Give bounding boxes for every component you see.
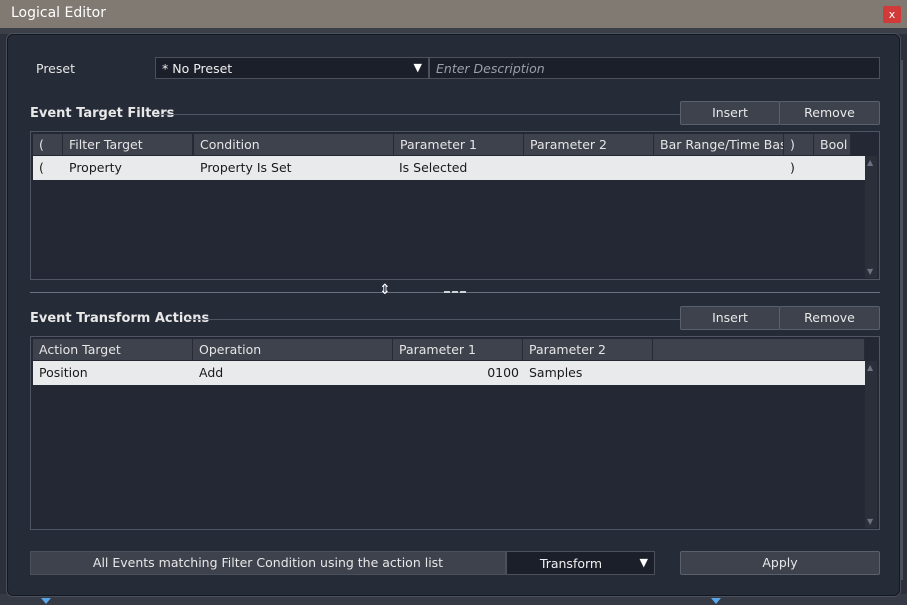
scroll-down-icon[interactable]: ▼ — [867, 517, 873, 526]
preset-value: * No Preset — [162, 61, 233, 76]
cell-parameter-2: Samples — [529, 365, 583, 380]
filters-insert-button[interactable]: Insert — [680, 101, 780, 125]
function-mode-dropdown[interactable]: Transform ▼ — [506, 551, 655, 575]
column-header-parameter-2[interactable]: Parameter 2 — [524, 134, 654, 155]
column-header-parameter-2[interactable]: Parameter 2 — [523, 339, 653, 360]
preset-label: Preset — [36, 61, 75, 76]
actions-insert-button[interactable]: Insert — [680, 306, 780, 330]
chevron-down-icon: ▼ — [413, 61, 422, 74]
apply-button[interactable]: Apply — [680, 551, 880, 575]
column-header-parameter-1[interactable]: Parameter 1 — [394, 134, 524, 155]
actions-remove-button[interactable]: Remove — [779, 306, 880, 330]
splitter-grip[interactable] — [444, 291, 466, 295]
column-header-bar-range[interactable]: Bar Range/Time Base — [654, 134, 784, 155]
column-header-close-bracket[interactable]: ) — [784, 134, 814, 155]
chevron-down-icon: ▼ — [639, 556, 648, 569]
title-bar: Logical Editor x — [0, 0, 907, 28]
filters-remove-button[interactable]: Remove — [779, 101, 880, 125]
column-header-parameter-1[interactable]: Parameter 1 — [393, 339, 523, 360]
transform-description: All Events matching Filter Condition usi… — [30, 551, 506, 575]
cell-parameter-1: 0100 — [487, 365, 519, 380]
cell-condition: Property Is Set — [200, 160, 292, 175]
cell-action-target: Position — [39, 365, 88, 380]
column-header-action-target[interactable]: Action Target — [33, 339, 193, 360]
table-row[interactable]: Position Add 0100 Samples — [33, 361, 865, 385]
marker-icon — [41, 598, 51, 604]
table-row[interactable]: ( Property Property Is Set Is Selected ) — [33, 156, 865, 180]
preset-dropdown[interactable]: * No Preset ▼ — [155, 57, 429, 79]
resize-vertical-icon[interactable]: ⇕ — [376, 282, 394, 302]
column-header-bool[interactable]: Bool — [814, 134, 851, 155]
actions-scrollbar[interactable]: ▲ ▼ — [865, 361, 877, 528]
filters-table: ( Filter Target Condition Parameter 1 Pa… — [30, 131, 880, 280]
column-header-empty — [653, 339, 865, 360]
scroll-down-icon[interactable]: ▼ — [867, 267, 873, 276]
window-title: Logical Editor — [11, 5, 106, 21]
column-header-open-bracket[interactable]: ( — [33, 134, 63, 155]
marker-icon — [711, 598, 721, 604]
cell-close-bracket: ) — [790, 160, 795, 175]
scroll-up-icon[interactable]: ▲ — [867, 158, 873, 167]
cell-operation: Add — [199, 365, 224, 380]
section-divider — [154, 114, 680, 115]
background-tick — [901, 60, 903, 580]
column-header-filter-target[interactable]: Filter Target — [63, 134, 193, 155]
close-icon[interactable]: x — [883, 6, 901, 23]
filters-scrollbar[interactable]: ▲ ▼ — [865, 156, 877, 278]
cell-filter-target: Property — [69, 160, 122, 175]
cell-parameter-1: Is Selected — [399, 160, 468, 175]
section-divider — [186, 319, 680, 320]
cell-open-bracket: ( — [39, 160, 44, 175]
actions-section-label: Event Transform Actions — [30, 311, 210, 326]
description-input[interactable] — [429, 57, 880, 79]
actions-table: Action Target Operation Parameter 1 Para… — [30, 336, 880, 530]
column-header-condition[interactable]: Condition — [194, 134, 394, 155]
column-header-operation[interactable]: Operation — [193, 339, 393, 360]
function-mode-value: Transform — [539, 556, 603, 571]
filters-section-label: Event Target Filters — [30, 106, 175, 121]
scroll-up-icon[interactable]: ▲ — [867, 363, 873, 372]
